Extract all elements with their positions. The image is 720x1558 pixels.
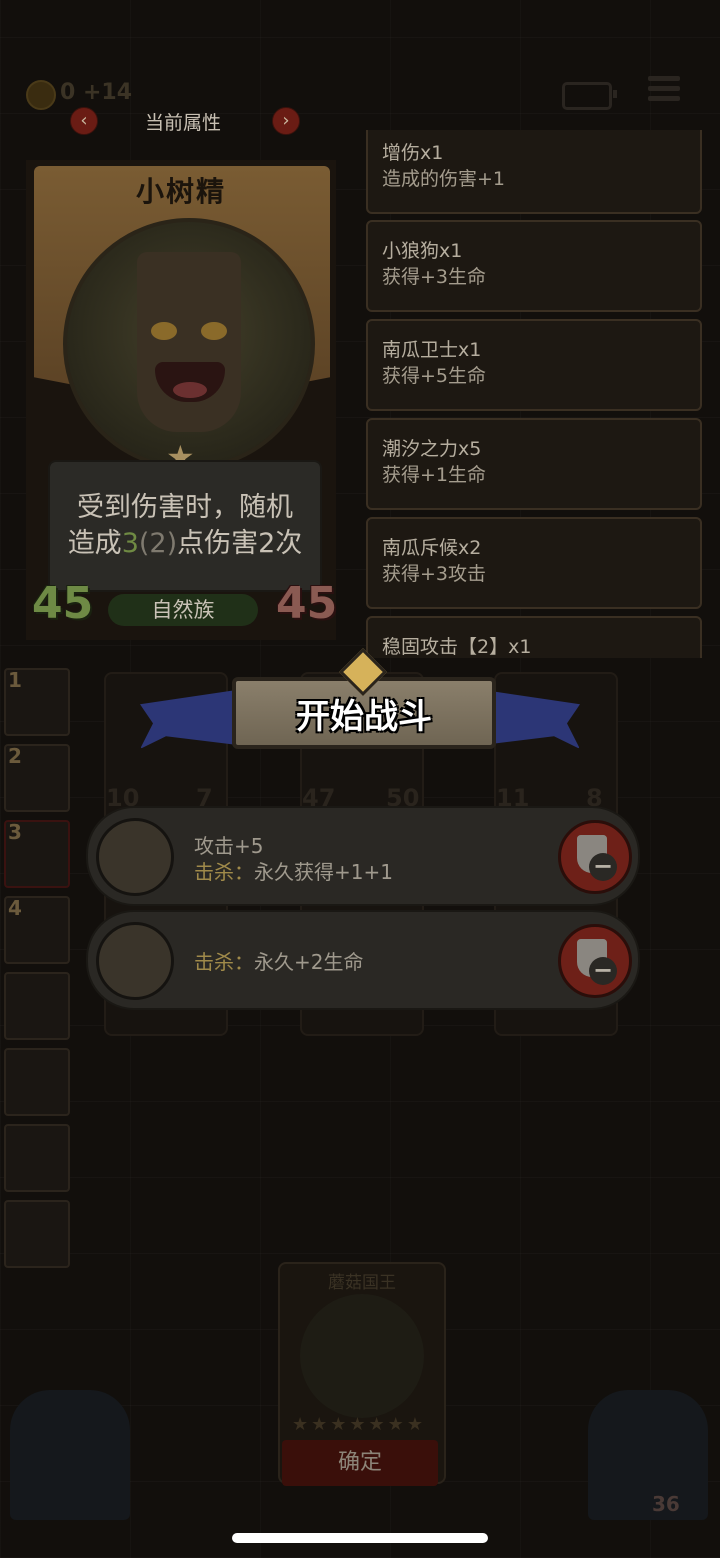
team-slot[interactable] [4,1124,70,1192]
team-slot[interactable]: 3 [4,820,70,888]
kill-value: 永久+2生命 [254,950,364,974]
buff-name: 南瓜卫士x1 [382,339,482,361]
ability-description-box: 受到伤害时，随机 造成3(2)点伤害2次 [48,460,322,592]
description-value: 3 [121,528,139,559]
description-suffix: 点伤害2次 [177,528,303,559]
buff-item: 稳固攻击【2】x1 [366,616,702,658]
team-slot[interactable] [4,972,70,1040]
reward-main-text: 攻击+5 [194,834,264,858]
ability-description: 受到伤害时，随机 造成3(2)点伤害2次 [58,490,312,562]
buff-list[interactable]: 增伤x1 造成的伤害+1 小狼狗x1 获得+3生命 南瓜卫士x1 获得+5生命 … [366,130,702,658]
slot-number: 1 [8,668,22,692]
team-slot[interactable] [4,1048,70,1116]
reward-kill-text: 击杀：永久获得+1+1 [194,856,393,885]
home-indicator[interactable] [232,1533,488,1543]
description-line-1: 受到伤害时，随机 [77,492,293,523]
buff-desc: 获得+5生命 [382,365,487,387]
buff-name: 潮汐之力x5 [382,438,482,460]
health-stat: 45 [276,578,338,629]
menu-icon[interactable] [648,76,680,104]
buff-desc: 获得+1生命 [382,464,487,486]
start-battle-label: 开始战斗 [296,697,432,737]
star-rating: ★★★★★★★ [292,1414,426,1435]
attack-stat: 45 [32,578,94,629]
eye-icon [151,322,177,340]
remove-shield-button[interactable]: − [558,820,632,894]
team-slot[interactable] [4,1200,70,1268]
hero-card: 小树精 ★ 受到伤害时，随机 造成3(2)点伤害2次 45 自然族 45 [26,160,338,640]
prev-arrow-button[interactable]: ‹ [70,107,98,135]
hero-portrait [63,218,315,470]
buff-item: 增伤x1 造成的伤害+1 [366,130,702,214]
weapon-icon [96,818,174,896]
slot-number: 4 [8,896,22,920]
selected-card-portrait [300,1294,424,1418]
remove-shield-button[interactable]: − [558,924,632,998]
selected-card-title: 蘑菇国王 [328,1273,396,1293]
minus-icon: − [589,957,617,985]
right-portrait-frame [588,1390,708,1520]
tree-spirit-face [137,252,241,432]
team-slot[interactable]: 2 [4,744,70,812]
next-arrow-button[interactable]: › [272,107,300,135]
buff-desc: 获得+3生命 [382,266,487,288]
slot-number: 2 [8,744,22,768]
kill-label: 击杀： [194,950,254,974]
minus-icon: − [589,853,617,881]
buff-desc: 造成的伤害+1 [382,168,506,190]
buff-item: 南瓜卫士x1 获得+5生命 [366,319,702,411]
coin-icon [26,80,56,110]
start-battle-banner[interactable]: 开始战斗 [140,647,580,765]
battery-icon [562,82,617,110]
buff-item: 潮汐之力x5 获得+1生命 [366,418,702,510]
description-prefix: 造成 [67,528,122,559]
reward-row[interactable]: 击杀：永久+2生命 − [86,910,640,1010]
kill-value: 永久获得+1+1 [254,860,393,884]
slot-number: 3 [8,820,22,844]
reward-kill-text: 击杀：永久+2生命 [194,946,363,975]
description-base-value: (2) [138,528,178,559]
level-badge: 36 [652,1492,680,1516]
team-slot[interactable]: 1 [4,668,70,736]
serpent-icon [96,922,174,1000]
kill-label: 击杀： [194,860,254,884]
buff-item: 小狼狗x1 获得+3生命 [366,220,702,312]
mouth-icon [155,362,225,402]
eye-icon [201,322,227,340]
coin-count: 0 +14 [60,80,133,105]
game-screen: 0 +14 ‹ 当前属性 › 小树精 ★ 受到伤害时，随机 造成3(2)点伤害2… [0,0,720,1558]
confirm-button[interactable]: 确定 [282,1440,438,1486]
attribute-title: 当前属性 [144,112,221,134]
buff-name: 增伤x1 [382,142,444,164]
team-slot[interactable]: 4 [4,896,70,964]
reward-row[interactable]: 攻击+5 击杀：永久获得+1+1 − [86,806,640,906]
description-line-2: 造成3(2)点伤害2次 [58,526,312,562]
buff-name: 小狼狗x1 [382,240,463,262]
buff-name: 南瓜斥候x2 [382,537,482,559]
hero-name: 小树精 [135,175,226,208]
buff-item: 南瓜斥候x2 获得+3攻击 [366,517,702,609]
buff-desc: 获得+3攻击 [382,563,487,585]
tribe-label: 自然族 [108,594,258,626]
left-portrait-frame [10,1390,130,1520]
